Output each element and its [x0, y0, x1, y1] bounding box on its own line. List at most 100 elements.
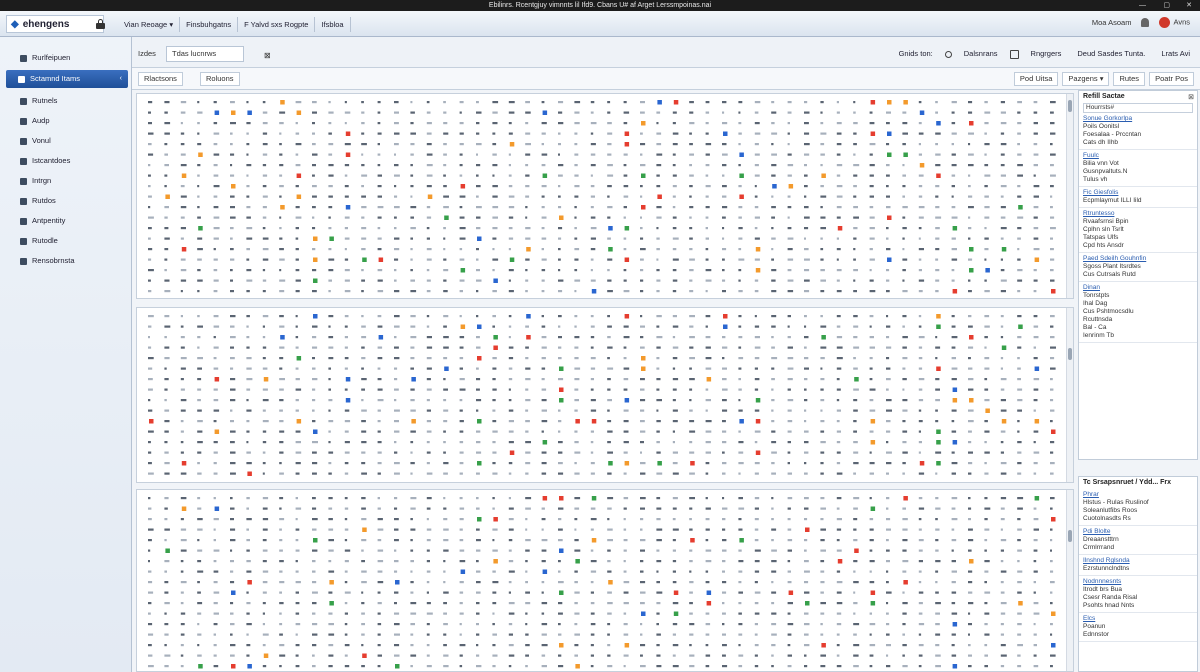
- grids-button[interactable]: Gnids ton:: [895, 47, 937, 61]
- sidebar-item[interactable]: Rutnels: [8, 92, 126, 110]
- monitor-icon[interactable]: [1009, 49, 1019, 59]
- panel-entry-link[interactable]: Elcs: [1083, 615, 1193, 623]
- panel-entry-link[interactable]: Dinan: [1083, 284, 1193, 292]
- grid-cell-glyph: [968, 195, 973, 198]
- sidebar-item[interactable]: Istcantdoes: [8, 152, 126, 170]
- pin-icon[interactable]: ⊠: [1188, 93, 1194, 101]
- grid-cell-glyph: [918, 279, 925, 282]
- grid-cell-glyph: [312, 399, 316, 402]
- grid-scrollbar-thumb[interactable]: [1068, 530, 1072, 542]
- sidebar-item-icon: [20, 197, 27, 205]
- sidebar-item[interactable]: Vonul: [8, 132, 126, 150]
- top-menu-item[interactable]: Ifsbloa: [315, 17, 351, 32]
- panel-entry-link[interactable]: Ilnshnd Rglsnda: [1083, 557, 1193, 565]
- grid-cell-glyph: [935, 269, 940, 272]
- close-window-button[interactable]: ✕: [1186, 0, 1192, 11]
- panel-entry-link[interactable]: Rtruntesso: [1083, 210, 1193, 218]
- grid-cell-glyph: [1033, 409, 1036, 412]
- top-menu-item[interactable]: Vian Reoage ▾: [118, 17, 181, 32]
- sidebar-item[interactable]: Audp: [8, 112, 126, 130]
- grid-marker: [690, 461, 695, 466]
- panel-entry-link[interactable]: Phrar: [1083, 491, 1193, 499]
- filter-button[interactable]: Roluons: [200, 72, 240, 86]
- grid-cell-glyph: [394, 430, 400, 433]
- sidebar-item[interactable]: Rensobrnsta: [8, 252, 126, 270]
- grid-marker: [329, 236, 334, 241]
- grid-cell-glyph: [213, 315, 219, 318]
- grid-cell-glyph: [1017, 518, 1021, 521]
- grid-cell-glyph: [295, 164, 301, 167]
- grid-cell-glyph: [394, 216, 397, 219]
- panel-entry-link[interactable]: Paed Sdeilh Gouhnfin: [1083, 255, 1193, 263]
- top-menu-item[interactable]: F Yalvd sxs Rogpte: [238, 17, 316, 32]
- grid-cell-glyph: [754, 206, 759, 209]
- filter-right-button[interactable]: Pazgens ▾: [1062, 72, 1110, 86]
- grid-cell-glyph: [738, 111, 741, 114]
- ranges-button[interactable]: Rngrgers: [1027, 47, 1066, 61]
- grid-cell-glyph: [344, 185, 349, 188]
- grid-cell-glyph: [656, 216, 662, 219]
- panel-entry-link[interactable]: Fic Giesfolis: [1083, 189, 1193, 197]
- grid-cell-glyph: [951, 654, 957, 657]
- close-icon[interactable]: ⊠: [264, 49, 271, 63]
- sidebar-item[interactable]: Rutdos: [8, 192, 126, 210]
- panel-entry-link[interactable]: Nodnnnesnts: [1083, 578, 1193, 586]
- grid-cell-glyph: [328, 111, 334, 114]
- grid-cell-glyph: [508, 227, 513, 230]
- grid-cell-glyph: [443, 258, 447, 261]
- filter-button[interactable]: Rlactsons: [138, 72, 183, 86]
- panel-entry-link[interactable]: Fuulc: [1083, 152, 1193, 160]
- grid-cell-glyph: [968, 206, 974, 209]
- grid-scrollbar[interactable]: [1066, 94, 1073, 298]
- grid-cell-glyph: [902, 591, 905, 594]
- grid-scrollbar[interactable]: [1066, 490, 1073, 671]
- top-menu-item[interactable]: Finsbuhgatns: [180, 17, 239, 32]
- bell-icon[interactable]: [1141, 18, 1150, 27]
- sidebar-item[interactable]: Antpentity: [8, 212, 126, 230]
- grid-cell-glyph: [525, 497, 532, 500]
- grid-cell-glyph: [738, 388, 742, 391]
- panel-entry-link[interactable]: Sonue Gorkorlpa: [1083, 115, 1193, 123]
- minimize-button[interactable]: —: [1139, 0, 1146, 11]
- sidebar-item[interactable]: Rurlfeipuen: [8, 49, 126, 67]
- grid-cell-glyph: [377, 279, 383, 282]
- account-link[interactable]: Lrats Avi: [1157, 47, 1194, 61]
- maximize-button[interactable]: ▢: [1163, 0, 1170, 11]
- data-button[interactable]: Dalsnrans: [960, 47, 1002, 61]
- filter-right-button[interactable]: Rutes: [1113, 72, 1146, 86]
- search-icon[interactable]: [944, 50, 952, 58]
- grid-cell-glyph: [230, 388, 236, 391]
- grid-cell-glyph: [492, 549, 498, 552]
- grid-cell-glyph: [394, 388, 399, 391]
- grid-cell-glyph: [853, 420, 857, 423]
- grid-cell-glyph: [230, 441, 235, 444]
- sort-button[interactable]: Deud Sasdes Tunta.: [1073, 47, 1149, 61]
- sidebar-item[interactable]: Intrgn: [8, 172, 126, 190]
- account-menu[interactable]: Avns: [1159, 17, 1190, 28]
- grid-scrollbar[interactable]: [1066, 308, 1073, 482]
- grid-cell-glyph: [1033, 101, 1038, 104]
- grid-cell-glyph: [377, 591, 381, 594]
- grid-cell-glyph: [492, 122, 498, 125]
- grid-cell-glyph: [558, 269, 561, 272]
- sidebar-item[interactable]: Sctamnd Itams ‹: [6, 70, 128, 88]
- grid-cell-glyph: [426, 185, 432, 188]
- filter-right-button[interactable]: Pod Uitsa: [1013, 72, 1059, 86]
- panel-entry-link[interactable]: Pdi Blolte: [1083, 528, 1193, 536]
- lock-icon[interactable]: [96, 19, 105, 29]
- grid-scrollbar-thumb[interactable]: [1068, 100, 1072, 112]
- filter-right-button[interactable]: Poatr Pos: [1149, 72, 1194, 86]
- grid-cell-glyph: [361, 237, 367, 240]
- grid-scrollbar-thumb[interactable]: [1068, 348, 1072, 360]
- grid-cell-glyph: [935, 164, 941, 167]
- grid-cell-glyph: [820, 497, 825, 500]
- details-search-input[interactable]: Hourrsts#: [1083, 103, 1193, 113]
- grid-cell-glyph: [672, 258, 679, 261]
- sidebar-item[interactable]: Rutodle: [8, 232, 126, 250]
- grid-cell-glyph: [623, 549, 627, 552]
- document-tab[interactable]: Tdas lucnrws ⊠: [166, 46, 271, 62]
- app-logo[interactable]: ◆ ehengens: [6, 15, 104, 33]
- grid-cell-glyph: [935, 623, 940, 626]
- user-menu[interactable]: Moa Asoam: [1092, 18, 1132, 27]
- toolbar: Izdes Tdas lucnrws ⊠ Gnids ton: Dalsnran…: [132, 37, 1200, 68]
